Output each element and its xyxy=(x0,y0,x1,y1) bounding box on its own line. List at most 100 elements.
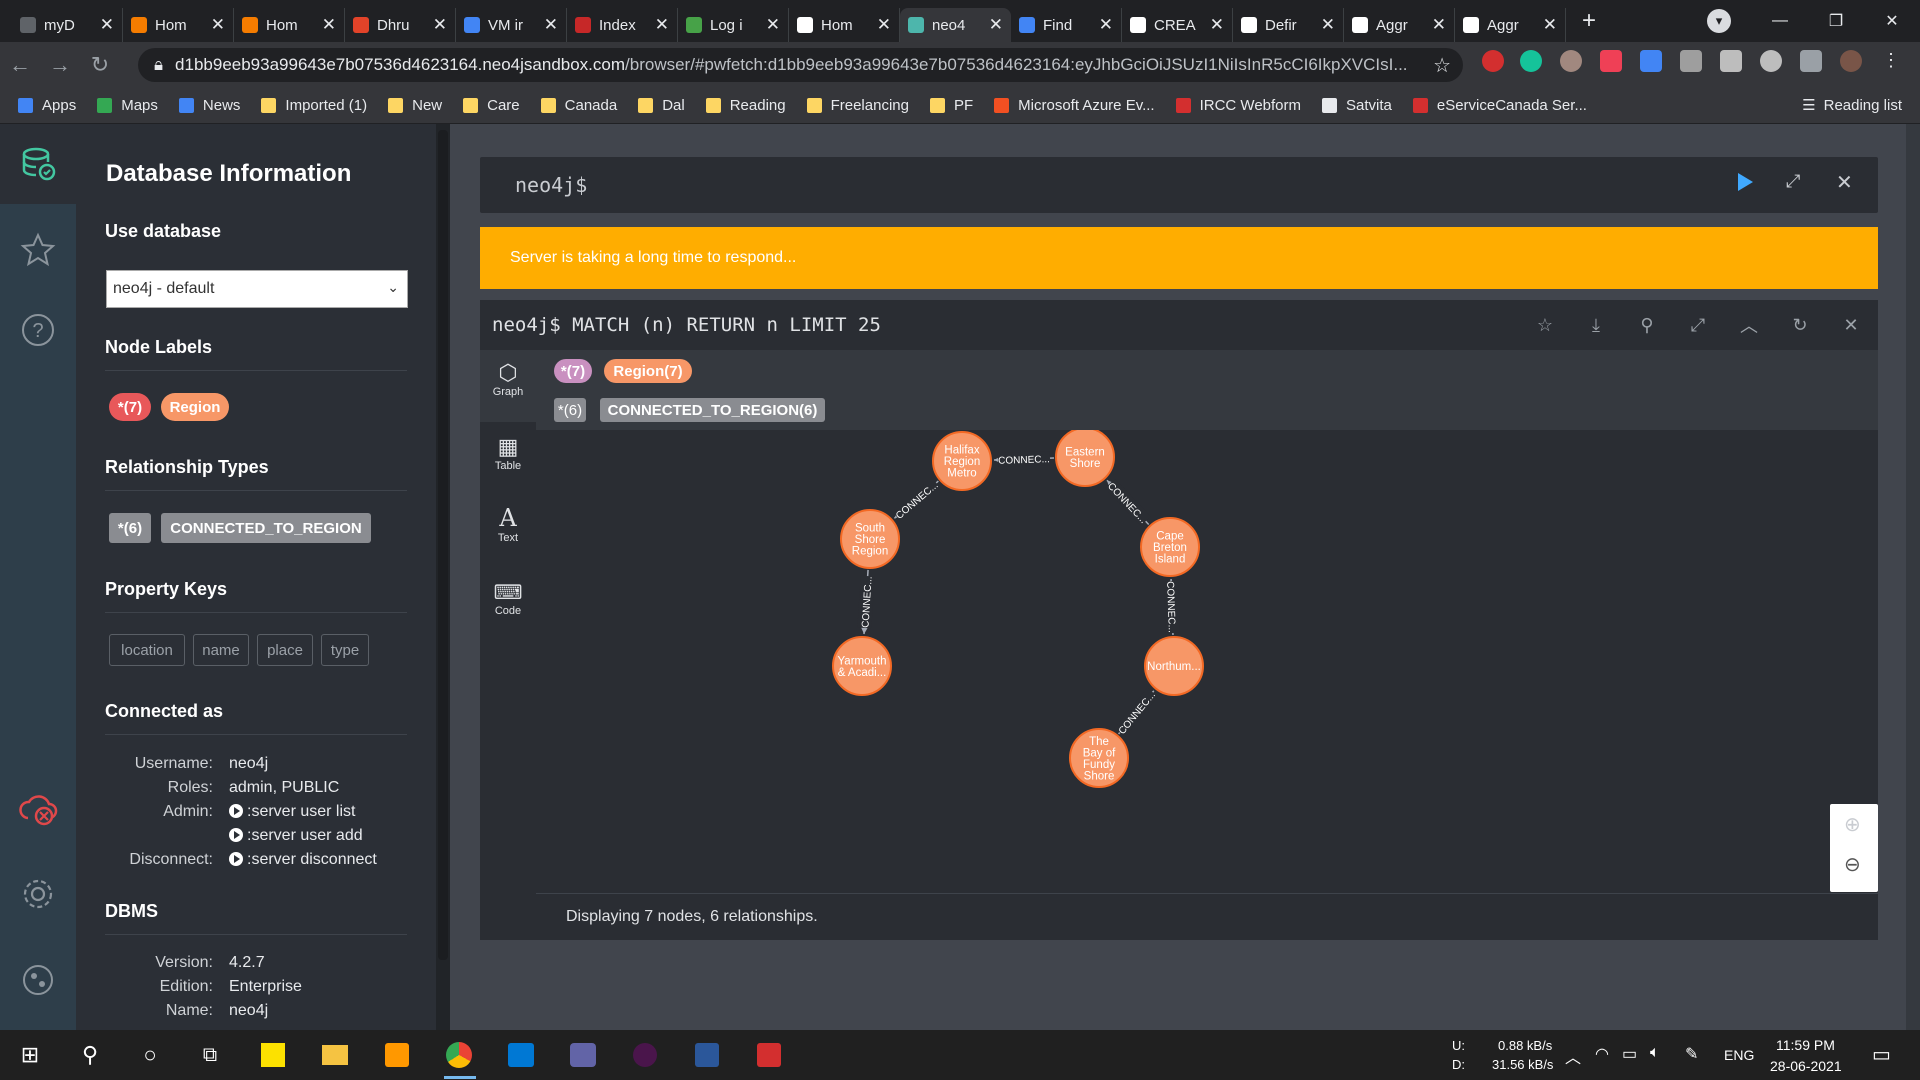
bookmark-item[interactable]: Freelancing xyxy=(806,97,909,114)
minimize-icon[interactable]: — xyxy=(1752,12,1808,30)
sidebar-scrollbar-thumb[interactable] xyxy=(438,130,448,960)
graph-node[interactable]: Yarmouth& Acadi... xyxy=(832,636,892,696)
tab-close-icon[interactable]: ✕ xyxy=(1210,15,1224,35)
clock-date[interactable]: 28-06-2021 xyxy=(1770,1058,1842,1074)
legend-all-relationships-tag[interactable]: *(6) xyxy=(554,398,586,422)
avatar[interactable] xyxy=(1840,50,1862,72)
tab-close-icon[interactable]: ✕ xyxy=(655,15,669,35)
pin-icon[interactable]: ⚲ xyxy=(1636,314,1658,336)
chrome-menu-icon[interactable]: ⋮ xyxy=(1880,50,1902,72)
help-icon[interactable]: ? xyxy=(0,290,76,370)
language-indicator[interactable]: ENG xyxy=(1724,1047,1754,1063)
graph-canvas[interactable]: CONNEC... CONNEC... CONNEC... CONNEC... CONN… xyxy=(536,427,1878,893)
zoom-out-icon[interactable]: ⊖ xyxy=(1844,852,1861,877)
restore-icon[interactable]: ❐ xyxy=(1808,11,1864,31)
browser-tab[interactable]: Index ✕ xyxy=(567,8,678,42)
bookmark-item[interactable]: Reading xyxy=(705,97,786,114)
legend-all-nodes-pill[interactable]: *(7) xyxy=(554,359,592,383)
graph-svg[interactable]: CONNEC... CONNEC... CONNEC... CONNEC... CONN… xyxy=(536,427,1878,893)
bookmark-item[interactable]: Dal xyxy=(638,97,685,114)
close-window-icon[interactable]: ✕ xyxy=(1864,11,1920,31)
bookmark-item[interactable]: Apps xyxy=(18,97,76,114)
expand-editor-icon[interactable]: ⤢ xyxy=(1786,171,1800,192)
browser-tab[interactable]: Hom ✕ xyxy=(123,8,234,42)
relationship-edge[interactable]: CONNEC... xyxy=(1104,478,1151,527)
browser-tab[interactable]: VM ir ✕ xyxy=(456,8,567,42)
legend-region-pill[interactable]: Region(7) xyxy=(604,359,692,383)
clock-time[interactable]: 11:59 PM xyxy=(1776,1037,1835,1053)
graph-node[interactable]: SouthShoreRegion xyxy=(840,509,900,569)
close-editor-icon[interactable]: ✕ xyxy=(1836,170,1853,195)
battery-icon[interactable]: ▭ xyxy=(1622,1044,1637,1064)
notifications-icon[interactable]: ▭ xyxy=(1872,1042,1891,1067)
property-key-type[interactable]: type xyxy=(321,634,369,666)
pen-icon[interactable]: ✎ xyxy=(1685,1044,1698,1064)
tab-close-icon[interactable]: ✕ xyxy=(1099,15,1113,35)
extension-icon[interactable] xyxy=(1640,50,1662,72)
server-user-list-link[interactable]: :server user list xyxy=(229,803,355,821)
zoom-in-icon[interactable]: ⊕ xyxy=(1844,812,1861,837)
browser-tab[interactable]: Defir ✕ xyxy=(1233,8,1344,42)
bookmark-item[interactable]: Canada xyxy=(540,97,617,114)
download-icon[interactable]: ⤓ xyxy=(1585,314,1607,336)
bookmark-item[interactable]: IRCC Webform xyxy=(1175,97,1301,114)
graph-node[interactable]: EasternShore xyxy=(1055,427,1115,487)
collapse-chevron-up-icon[interactable]: ︿ xyxy=(1738,314,1760,336)
slack-icon[interactable] xyxy=(630,1040,660,1070)
bookmark-item[interactable]: Satvita xyxy=(1322,97,1392,114)
favorite-star-icon[interactable]: ☆ xyxy=(1534,314,1556,336)
bookmark-item[interactable]: eServiceCanada Ser... xyxy=(1412,97,1587,114)
tab-code[interactable]: ⌨ Code xyxy=(480,572,536,644)
property-key-location[interactable]: location xyxy=(109,634,185,666)
graph-node[interactable]: TheBay ofFundyShore xyxy=(1069,728,1129,788)
camera-icon[interactable] xyxy=(1760,50,1782,72)
about-neo4j-icon[interactable] xyxy=(0,940,76,1020)
tab-close-icon[interactable]: ✕ xyxy=(989,15,1003,35)
sublime-text-icon[interactable] xyxy=(382,1040,412,1070)
tab-close-icon[interactable]: ✕ xyxy=(877,15,891,35)
browser-tab[interactable]: CREA ✕ xyxy=(1122,8,1233,42)
relationship-edge[interactable]: CONNEC... xyxy=(892,477,941,522)
chrome-icon[interactable] xyxy=(444,1040,474,1070)
cookie-icon[interactable] xyxy=(1560,50,1582,72)
tab-close-icon[interactable]: ✕ xyxy=(544,15,558,35)
tab-close-icon[interactable]: ✕ xyxy=(211,15,225,35)
volume-icon[interactable]: 🔈︎ xyxy=(1650,1044,1660,1062)
tab-close-icon[interactable]: ✕ xyxy=(1432,15,1446,35)
acrobat-icon[interactable] xyxy=(754,1040,784,1070)
tab-close-icon[interactable]: ✕ xyxy=(100,15,114,35)
teams-icon[interactable] xyxy=(568,1040,598,1070)
search-icon[interactable]: ⚲ xyxy=(75,1040,105,1070)
reload-icon[interactable]: ↻ xyxy=(80,52,120,78)
browser-tab[interactable]: Find ✕ xyxy=(1011,8,1122,42)
relationship-edge[interactable]: CONNEC... xyxy=(1164,578,1180,636)
browser-tab[interactable]: myD ✕ xyxy=(12,8,123,42)
run-query-play-icon[interactable] xyxy=(1738,173,1753,191)
graph-node[interactable]: Northum... xyxy=(1144,636,1204,696)
database-icon[interactable] xyxy=(0,124,76,204)
bookmark-item[interactable]: Microsoft Azure Ev... xyxy=(994,97,1155,114)
task-view-icon[interactable]: ⧉ xyxy=(195,1040,225,1070)
reading-list-button[interactable]: ☰ Reading list xyxy=(1802,96,1902,115)
bookmark-item[interactable]: Maps xyxy=(97,97,158,114)
bookmark-item[interactable]: News xyxy=(178,97,240,114)
url-bar[interactable]: 🔒︎ d1bb9eeb93a99643e7b07536d4623164.neo4… xyxy=(138,48,1463,82)
puzzle-icon[interactable] xyxy=(1800,50,1822,72)
result-query-text[interactable]: neo4j$ MATCH (n) RETURN n LIMIT 25 xyxy=(492,314,881,336)
cypher-editor[interactable]: neo4j$ ⤢ ✕ xyxy=(480,157,1878,213)
relationship-edge[interactable]: CONNEC... xyxy=(1114,687,1159,737)
cortana-icon[interactable]: ○ xyxy=(135,1040,165,1070)
wifi-icon[interactable]: ◠ xyxy=(1595,1044,1609,1064)
bookmark-item[interactable]: PF xyxy=(929,97,973,114)
tray-chevron-icon[interactable]: ︿ xyxy=(1565,1044,1581,1068)
connection-status-icon[interactable] xyxy=(0,770,76,850)
relationship-edge[interactable]: CONNEC... xyxy=(993,451,1055,467)
browser-tab[interactable]: Aggr ✕ xyxy=(1344,8,1455,42)
server-disconnect-link[interactable]: :server disconnect xyxy=(229,851,377,869)
outlook-icon[interactable] xyxy=(506,1040,536,1070)
bookmark-star-icon[interactable]: ☆ xyxy=(1433,53,1451,78)
tab-close-icon[interactable]: ✕ xyxy=(1543,15,1557,35)
close-frame-icon[interactable]: ✕ xyxy=(1840,314,1862,336)
property-key-place[interactable]: place xyxy=(257,634,313,666)
bookmark-item[interactable]: Imported (1) xyxy=(261,97,367,114)
